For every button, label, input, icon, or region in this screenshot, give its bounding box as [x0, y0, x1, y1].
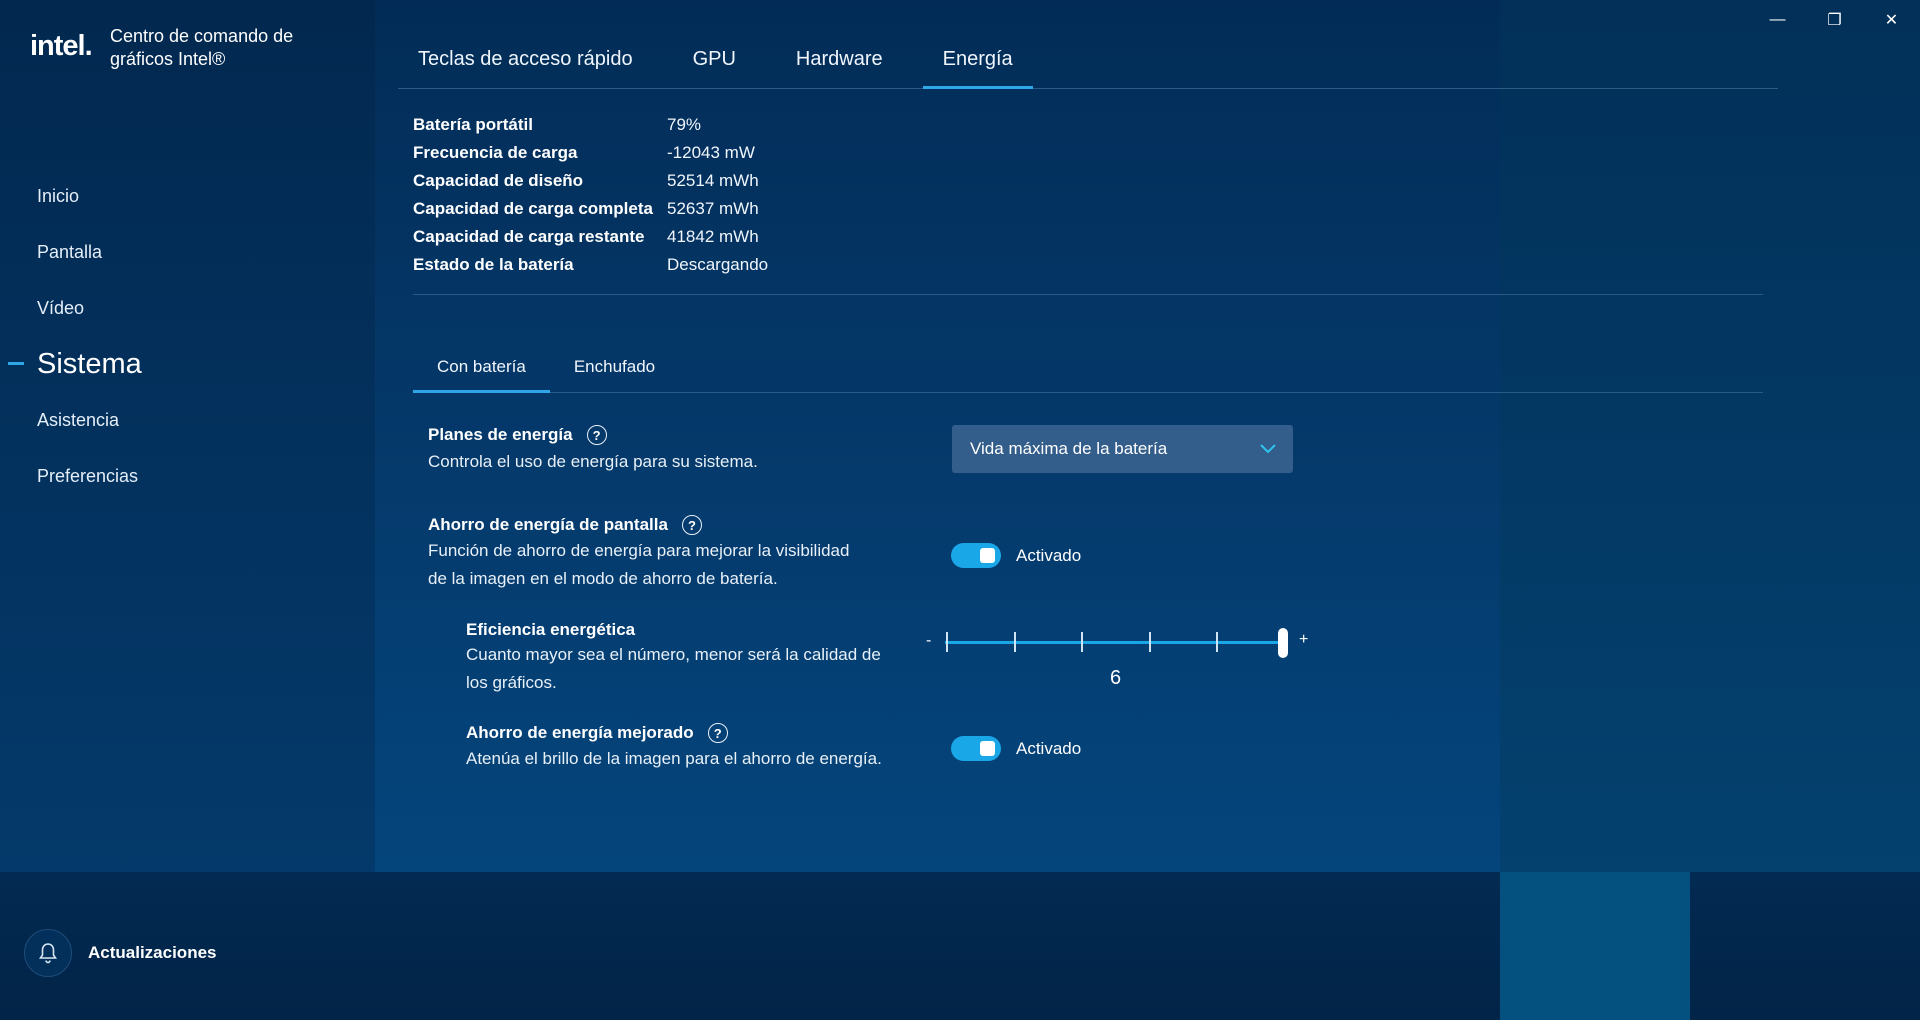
power-plans-title: Planes de energía ? — [428, 425, 607, 445]
sidebar-item-pantalla[interactable]: Pantalla — [0, 224, 375, 280]
section-divider — [413, 294, 1763, 295]
close-button[interactable]: ✕ — [1863, 0, 1920, 40]
display-saver-desc: Función de ahorro de energía para mejora… — [428, 537, 849, 593]
chevron-down-icon — [1260, 444, 1276, 454]
sidebar-item-sistema[interactable]: Sistema — [0, 336, 375, 392]
power-plan-selected: Vida máxima de la batería — [970, 439, 1168, 458]
battery-row: Capacidad de carga restante 41842 mWh — [413, 223, 768, 251]
display-saver-title: Ahorro de energía de pantalla ? — [428, 515, 702, 535]
enhanced-saver-title: Ahorro de energía mejorado ? — [466, 723, 728, 743]
battery-row: Estado de la batería Descargando — [413, 251, 768, 279]
restore-button[interactable]: ❐ — [1806, 0, 1863, 40]
slider-tick — [1014, 632, 1016, 652]
restore-icon: ❐ — [1827, 12, 1842, 29]
battery-row-label: Frecuencia de carga — [413, 143, 578, 162]
intel-logo: intel. — [30, 30, 93, 62]
efficiency-desc-line2: los gráficos. — [466, 673, 557, 692]
slider-max-label: + — [1299, 631, 1309, 648]
battery-row-value: Descargando — [667, 255, 769, 274]
battery-row: Capacidad de diseño 52514 mWh — [413, 167, 768, 195]
top-tabs: Teclas de acceso rápido GPU Hardware Ene… — [398, 30, 1778, 89]
tab-on-battery[interactable]: Con batería — [413, 342, 550, 393]
display-saver-toggle[interactable] — [951, 543, 1001, 568]
enhanced-saver-title-text: Ahorro de energía mejorado — [466, 723, 694, 742]
sidebar-nav: Inicio Pantalla Vídeo Sistema Asistencia… — [0, 168, 375, 504]
power-source-tabs: Con batería Enchufado — [413, 342, 1763, 393]
battery-row-value: -12043 mW — [667, 143, 755, 162]
help-icon[interactable]: ? — [586, 425, 607, 445]
efficiency-title: Eficiencia energética — [466, 620, 636, 639]
efficiency-desc: Cuanto mayor sea el número, menor será l… — [466, 641, 881, 697]
battery-row: Batería portátil 79% — [413, 111, 768, 139]
display-saver-state: Activado — [1016, 546, 1082, 565]
tab-hotkeys[interactable]: Teclas de acceso rápido — [398, 30, 653, 88]
battery-row-label: Capacidad de diseño — [413, 171, 584, 190]
efficiency-desc-line1: Cuanto mayor sea el número, menor será l… — [466, 645, 881, 664]
enhanced-saver-toggle[interactable] — [951, 736, 1001, 761]
help-icon[interactable]: ? — [707, 723, 728, 743]
close-icon: ✕ — [1884, 12, 1899, 29]
sidebar-item-video[interactable]: Vídeo — [0, 280, 375, 336]
power-plan-dropdown[interactable]: Vida máxima de la batería — [952, 425, 1293, 473]
battery-row-label: Batería portátil — [413, 115, 533, 134]
slider-tick — [1149, 632, 1151, 652]
tab-hardware[interactable]: Hardware — [776, 30, 903, 88]
minimize-icon: — — [1769, 11, 1786, 28]
updates-button[interactable]: Actualizaciones — [24, 929, 217, 977]
app-title: Centro de comando de gráficos Intel® — [110, 26, 294, 69]
battery-row: Capacidad de carga completa 52637 mWh — [413, 195, 768, 223]
battery-row-value: 79% — [667, 115, 702, 134]
display-saver-title-text: Ahorro de energía de pantalla — [428, 515, 668, 534]
bell-icon — [24, 929, 72, 977]
power-plans-title-text: Planes de energía — [428, 425, 573, 444]
footer-accent-block — [1500, 872, 1690, 1020]
power-plans-desc: Controla el uso de energía para su siste… — [428, 452, 758, 471]
help-icon[interactable]: ? — [681, 515, 702, 535]
tab-plugged-in[interactable]: Enchufado — [550, 342, 679, 392]
battery-row-label: Capacidad de carga completa — [413, 199, 653, 218]
slider-tick — [1216, 632, 1218, 652]
tab-energia[interactable]: Energía — [922, 30, 1033, 89]
battery-row-label: Estado de la batería — [413, 255, 574, 274]
right-panel-background — [1500, 0, 1920, 872]
enhanced-saver-desc: Atenúa el brillo de la imagen para el ah… — [466, 749, 882, 768]
tab-gpu[interactable]: GPU — [673, 30, 756, 88]
toggle-knob — [980, 548, 995, 563]
battery-row-value: 52514 mWh — [667, 171, 759, 190]
battery-row-value: 41842 mWh — [667, 227, 759, 246]
sidebar-item-preferencias[interactable]: Preferencias — [0, 448, 375, 504]
enhanced-saver-state: Activado — [1016, 739, 1082, 758]
efficiency-value: 6 — [1110, 667, 1122, 689]
efficiency-slider-track[interactable] — [945, 641, 1285, 644]
toggle-knob — [980, 741, 995, 756]
efficiency-slider-thumb[interactable] — [1278, 628, 1288, 658]
slider-tick — [946, 632, 948, 652]
display-saver-desc-line2: de la imagen en el modo de ahorro de bat… — [428, 569, 778, 588]
updates-label: Actualizaciones — [88, 943, 217, 962]
battery-row-label: Capacidad de carga restante — [413, 227, 645, 246]
slider-tick — [1081, 632, 1083, 652]
sidebar-item-asistencia[interactable]: Asistencia — [0, 392, 375, 448]
slider-min-label: - — [926, 632, 932, 649]
sidebar-item-inicio[interactable]: Inicio — [0, 168, 375, 224]
battery-row: Frecuencia de carga -12043 mW — [413, 139, 768, 167]
battery-row-value: 52637 mWh — [667, 199, 759, 218]
battery-info-table: Batería portátil 79% Frecuencia de carga… — [413, 111, 768, 279]
display-saver-desc-line1: Función de ahorro de energía para mejora… — [428, 541, 850, 560]
